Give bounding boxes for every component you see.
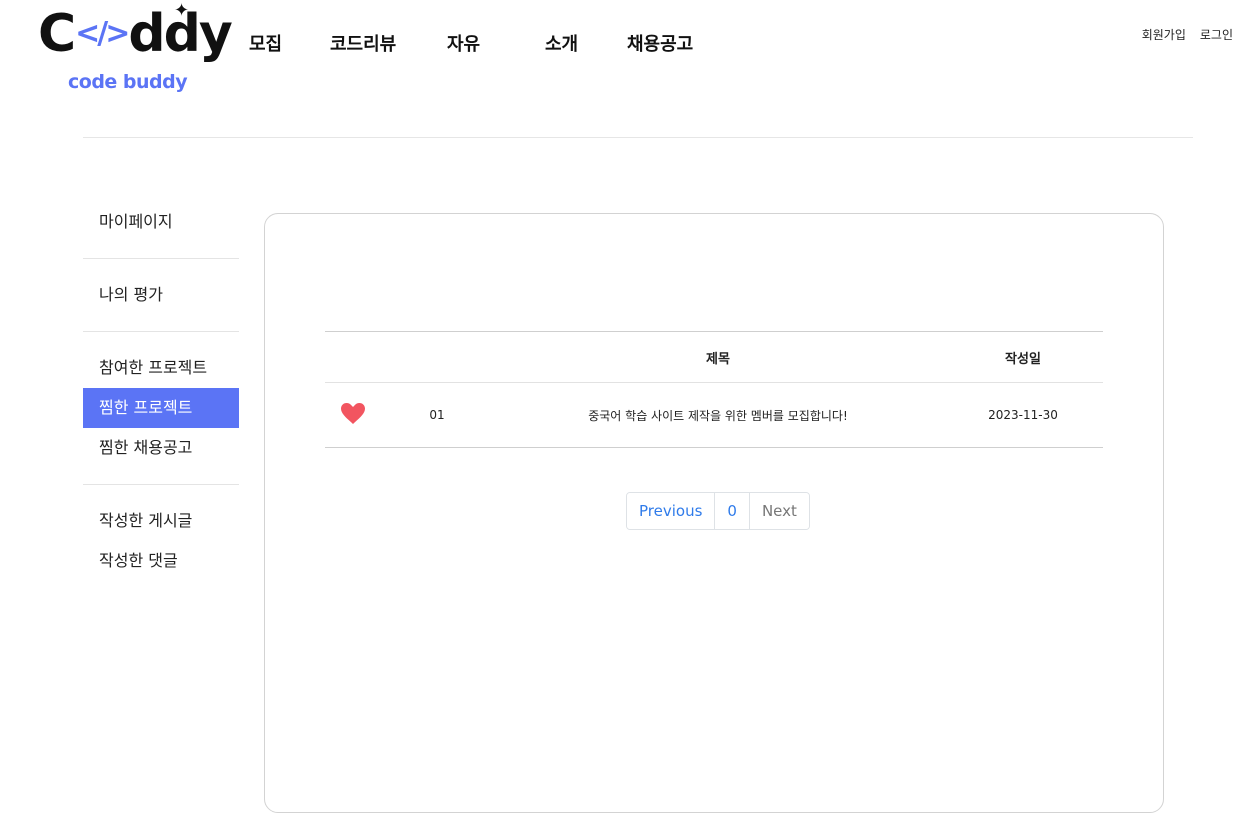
header-divider — [83, 137, 1193, 138]
sidebar-item-my-posts[interactable]: 작성한 게시글 — [83, 501, 239, 541]
row-date: 2023-11-30 — [988, 408, 1058, 422]
col-header-date: 작성일 — [1005, 351, 1041, 367]
table-header-row: 제목 작성일 — [325, 331, 1103, 383]
col-header-title: 제목 — [706, 351, 730, 367]
sidebar-item-my-comments[interactable]: 작성한 댓글 — [83, 541, 239, 581]
logo[interactable]: C </> ddy ✦ code buddy — [38, 0, 233, 100]
nav-item-jobs[interactable]: 채용공고 — [627, 30, 693, 56]
row-title[interactable]: 중국어 학습 사이트 제작을 위한 멤버를 모집합니다! — [493, 383, 943, 448]
pagination-page-current[interactable]: 0 — [714, 493, 749, 529]
sidebar-divider — [83, 258, 239, 259]
liked-projects-table: 제목 작성일 01 중국어 학습 사이트 제작을 위한 멤버를 모집합니다! 2… — [325, 331, 1103, 448]
sidebar-divider — [83, 484, 239, 485]
logo-wordmark: C </> ddy — [38, 2, 233, 66]
sidebar-item-liked-jobs[interactable]: 찜한 채용공고 — [83, 428, 239, 468]
nav-item-code-review[interactable]: 코드리뷰 — [330, 30, 396, 56]
pagination-next[interactable]: Next — [748, 493, 809, 529]
col-header-number — [381, 332, 493, 383]
heart-icon-shape — [341, 402, 365, 424]
nav-item-recruit[interactable]: 모집 — [249, 30, 282, 56]
sidebar-divider — [83, 331, 239, 332]
col-header-like — [325, 332, 381, 383]
sidebar-item-joined-projects[interactable]: 참여한 프로젝트 — [83, 348, 239, 388]
sparkle-icon: ✦ — [174, 0, 190, 21]
mypage-sidebar: 마이페이지 나의 평가 참여한 프로젝트 찜한 프로젝트 찜한 채용공고 작성한… — [83, 202, 239, 581]
heart-icon[interactable] — [341, 402, 365, 428]
nav-item-about[interactable]: 소개 — [545, 30, 578, 56]
row-number: 01 — [429, 408, 445, 422]
logo-subtitle: code buddy — [68, 71, 188, 93]
table-row[interactable]: 01 중국어 학습 사이트 제작을 위한 멤버를 모집합니다! 2023-11-… — [325, 383, 1103, 448]
pagination-previous[interactable]: Previous — [627, 493, 715, 529]
auth-links: 회원가입 로그인 — [1142, 26, 1233, 43]
pagination: Previous 0 Next — [626, 492, 810, 530]
like-cell — [325, 383, 381, 448]
logo-bracket: </> — [75, 16, 130, 51]
logo-c: C — [38, 4, 76, 64]
signup-link[interactable]: 회원가입 — [1142, 26, 1186, 43]
sidebar-item-my-rating[interactable]: 나의 평가 — [83, 275, 239, 315]
liked-projects-card: 제목 작성일 01 중국어 학습 사이트 제작을 위한 멤버를 모집합니다! 2… — [264, 213, 1164, 813]
nav-item-free[interactable]: 자유 — [447, 30, 480, 56]
sidebar-item-mypage[interactable]: 마이페이지 — [83, 202, 239, 242]
sidebar-item-liked-projects[interactable]: 찜한 프로젝트 — [83, 388, 239, 428]
login-link[interactable]: 로그인 — [1200, 26, 1233, 43]
